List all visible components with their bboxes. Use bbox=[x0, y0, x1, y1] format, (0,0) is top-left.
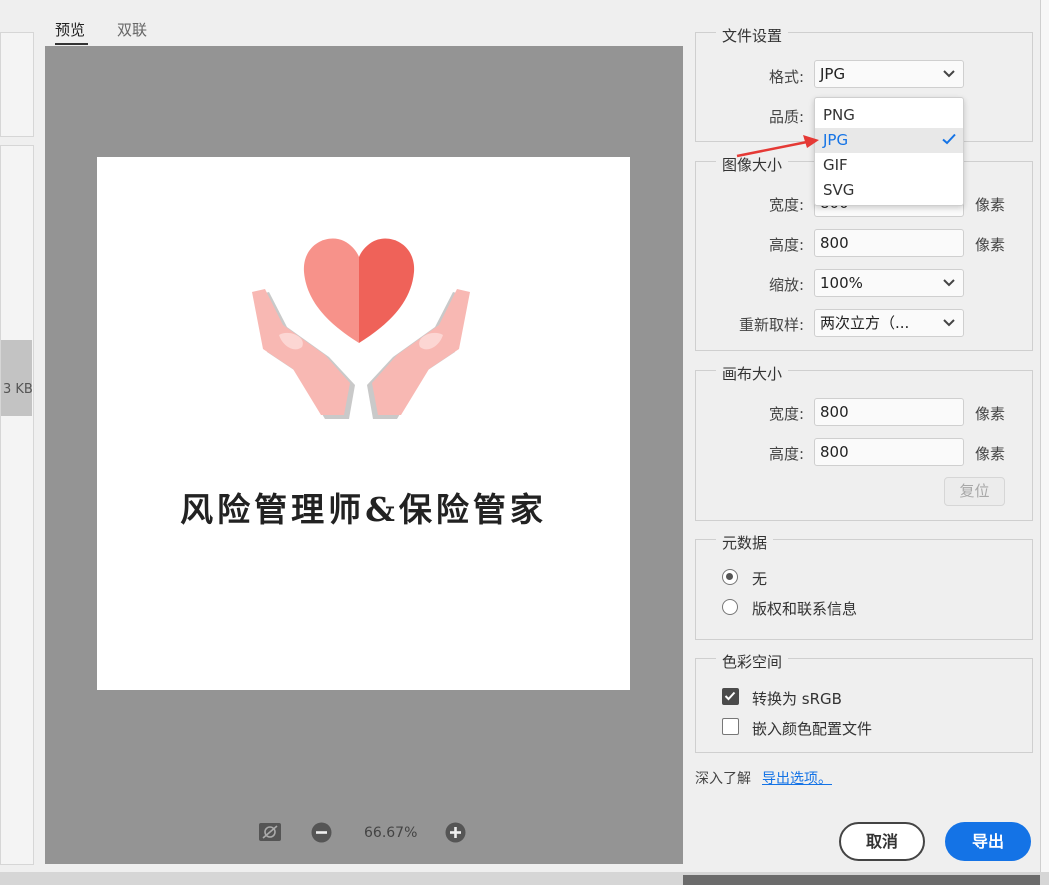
convert-srgb-checkbox[interactable] bbox=[722, 688, 739, 705]
canvas-width-input[interactable]: 800 bbox=[814, 398, 964, 426]
left-panel-thumbs: 3 KB bbox=[0, 145, 34, 865]
metadata-copyright-radio[interactable] bbox=[722, 599, 738, 615]
resample-label: 重新取样: bbox=[738, 316, 804, 334]
reset-button[interactable]: 复位 bbox=[944, 477, 1005, 506]
checkmark-icon bbox=[942, 133, 956, 145]
window-edge bbox=[1040, 0, 1049, 885]
canvas-width-label: 宽度: bbox=[768, 405, 804, 423]
left-panel-top bbox=[0, 32, 34, 137]
zoom-out-icon[interactable] bbox=[311, 822, 332, 847]
format-select-value: JPG bbox=[820, 65, 846, 83]
file-settings-title: 文件设置 bbox=[716, 25, 789, 46]
embed-profile-label: 嵌入颜色配置文件 bbox=[752, 720, 873, 738]
export-options-link[interactable]: 导出选项。 bbox=[762, 768, 832, 788]
metadata-none-label: 无 bbox=[752, 570, 768, 588]
tab-active-indicator bbox=[55, 43, 88, 45]
image-height-unit: 像素 bbox=[975, 236, 1006, 254]
annotation-arrow-icon bbox=[736, 135, 819, 158]
fit-screen-icon[interactable] bbox=[258, 822, 282, 846]
format-label: 格式: bbox=[768, 68, 804, 86]
logo-text: 风险管理师&保险管家 bbox=[180, 490, 547, 529]
scale-select[interactable]: 100% bbox=[814, 269, 964, 297]
canvas-height-input[interactable]: 800 bbox=[814, 438, 964, 466]
image-height-input[interactable]: 800 bbox=[814, 229, 964, 257]
image-height-label: 高度: bbox=[768, 236, 804, 254]
preview-area[interactable]: 风险管理师&保险管家 bbox=[45, 46, 683, 864]
cancel-button[interactable]: 取消 bbox=[839, 822, 925, 861]
canvas-width-unit: 像素 bbox=[975, 405, 1006, 423]
format-option-svg[interactable]: SVG bbox=[815, 178, 963, 203]
checkmark-icon bbox=[724, 691, 736, 701]
convert-srgb-label: 转换为 sRGB bbox=[752, 690, 842, 708]
color-space-title: 色彩空间 bbox=[716, 651, 789, 672]
format-select[interactable]: JPG bbox=[814, 60, 964, 88]
format-option-jpg-label: JPG bbox=[823, 131, 849, 149]
metadata-section bbox=[695, 539, 1033, 640]
format-dropdown-list: PNG JPG GIF SVG bbox=[814, 97, 964, 206]
learn-more-text: 深入了解 bbox=[695, 771, 751, 787]
format-option-gif[interactable]: GIF bbox=[815, 153, 963, 178]
canvas-height-unit: 像素 bbox=[975, 445, 1006, 463]
zoom-in-icon[interactable] bbox=[445, 822, 466, 847]
chevron-down-icon bbox=[943, 319, 955, 327]
metadata-title: 元数据 bbox=[716, 532, 774, 553]
resample-select[interactable]: 两次立方（... bbox=[814, 309, 964, 337]
preview-image: 风险管理师&保险管家 bbox=[97, 157, 630, 690]
format-option-jpg[interactable]: JPG bbox=[815, 128, 963, 153]
resample-select-value: 两次立方（... bbox=[820, 314, 910, 332]
thumbnail-item[interactable] bbox=[1, 340, 32, 416]
format-option-png[interactable]: PNG bbox=[815, 103, 963, 128]
image-width-label: 宽度: bbox=[768, 196, 804, 214]
scale-label: 缩放: bbox=[768, 276, 804, 294]
chevron-down-icon bbox=[943, 70, 955, 78]
embed-profile-checkbox[interactable] bbox=[722, 718, 739, 735]
metadata-copyright-label: 版权和联系信息 bbox=[752, 600, 858, 618]
canvas-height-label: 高度: bbox=[768, 445, 804, 463]
logo-graphic bbox=[252, 238, 470, 419]
image-width-unit: 像素 bbox=[975, 196, 1006, 214]
tab-preview[interactable]: 预览 bbox=[55, 19, 85, 40]
canvas-size-title: 画布大小 bbox=[716, 363, 789, 384]
chevron-down-icon bbox=[943, 279, 955, 287]
window-bottom-edge bbox=[0, 872, 1049, 885]
scale-select-value: 100% bbox=[820, 274, 863, 292]
thumbnail-size: 3 KB bbox=[3, 382, 33, 397]
zoom-level: 66.67% bbox=[364, 825, 418, 841]
tab-two-up[interactable]: 双联 bbox=[117, 19, 147, 40]
export-button[interactable]: 导出 bbox=[945, 822, 1031, 861]
metadata-none-radio[interactable] bbox=[722, 569, 738, 585]
quality-label: 品质: bbox=[768, 108, 804, 126]
